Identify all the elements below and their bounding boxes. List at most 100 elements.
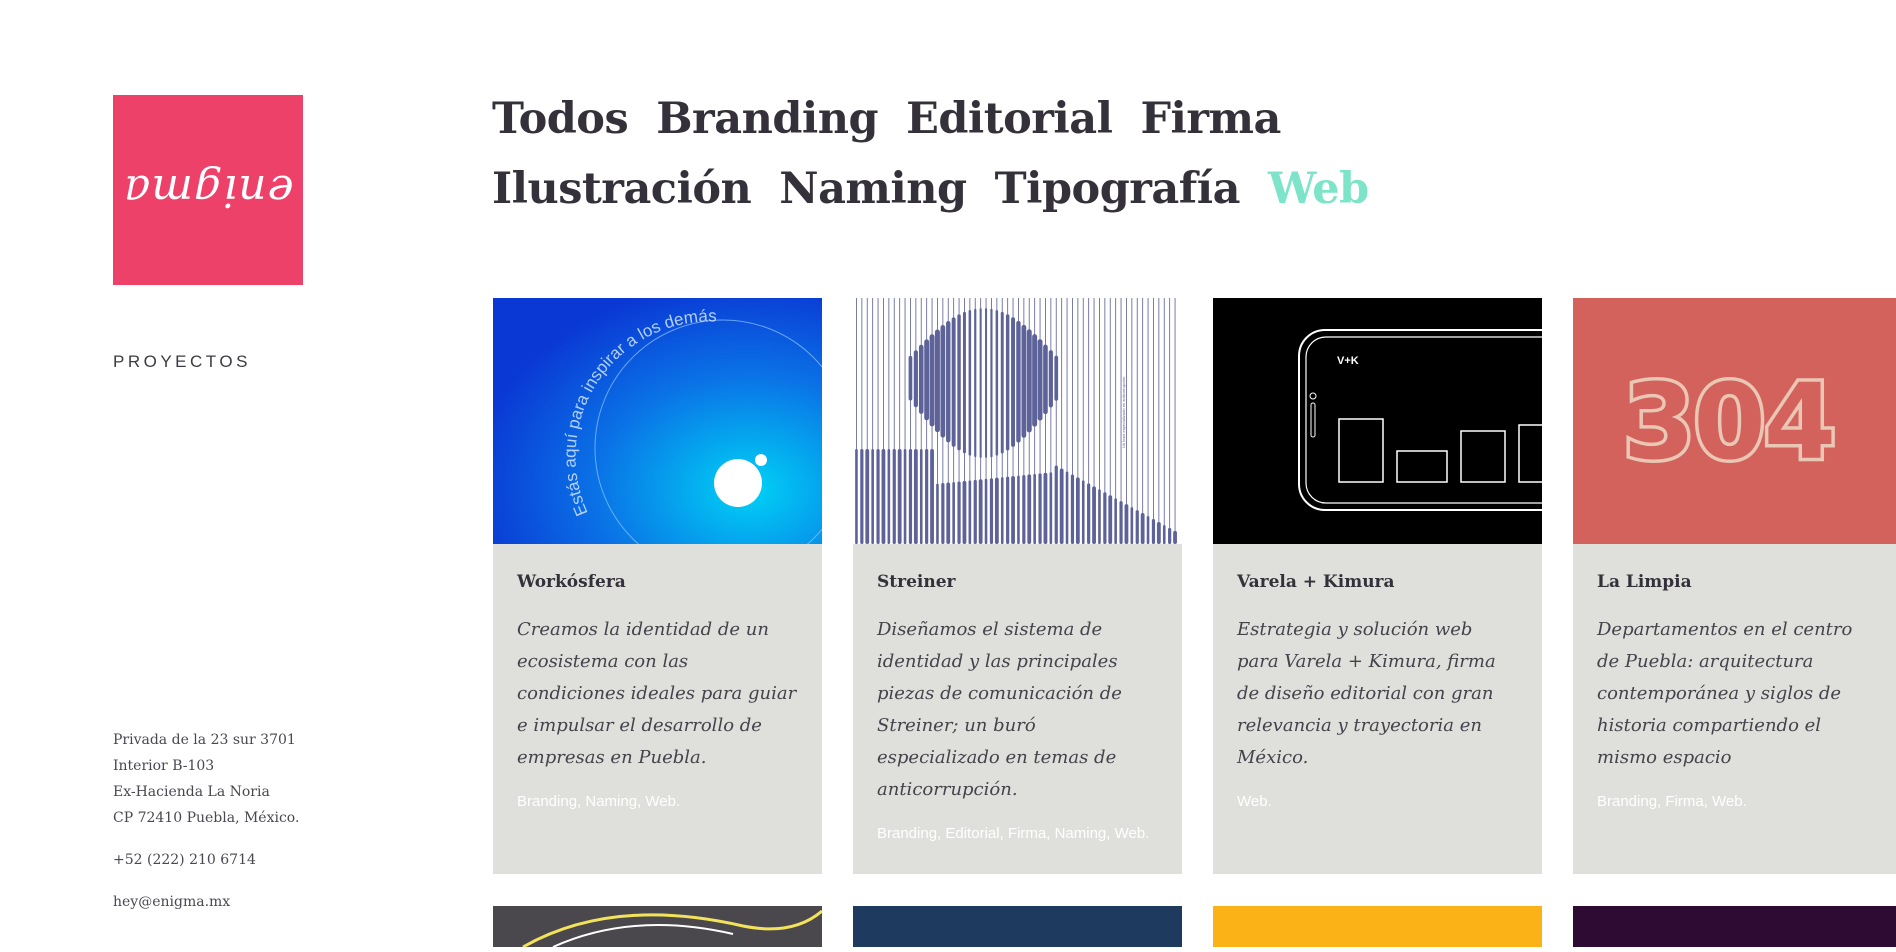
streiner-body-stroke bbox=[1017, 475, 1020, 544]
streiner-body-stroke bbox=[957, 481, 961, 544]
streiner-body-stroke bbox=[973, 479, 977, 544]
project-card-varela-kimura[interactable]: V+K Varela + Kimura Estrategia y solució… bbox=[1213, 298, 1542, 874]
streiner-body-stroke bbox=[936, 483, 939, 544]
streiner-body-stroke bbox=[1049, 472, 1053, 544]
project-tags[interactable]: Branding, Naming, Web. bbox=[517, 793, 680, 810]
project-description: Creamos la identidad de un ecosistema co… bbox=[517, 619, 797, 768]
streiner-head-stroke bbox=[1005, 314, 1010, 451]
streiner-body-stroke bbox=[919, 449, 923, 544]
project-card-workosfera[interactable]: Estás aquí para inspirar a los demás Wor… bbox=[493, 298, 822, 874]
streiner-body-stroke bbox=[1000, 477, 1004, 544]
filter-todos[interactable]: Todos bbox=[492, 84, 629, 154]
project-card-next-1[interactable] bbox=[493, 906, 823, 949]
streiner-line bbox=[1153, 298, 1154, 544]
streiner-body-stroke bbox=[952, 481, 955, 544]
project-card-streiner[interactable]: Un buró especializado en anticorrupción … bbox=[853, 298, 1182, 874]
project-image-streiner: Un buró especializado en anticorrupción bbox=[853, 298, 1182, 544]
streiner-body-stroke bbox=[1070, 474, 1075, 544]
filter-web[interactable]: Web bbox=[1268, 154, 1369, 224]
filter-firma[interactable]: Firma bbox=[1140, 84, 1281, 154]
streiner-line bbox=[1142, 298, 1144, 544]
address-line-3: Ex-Hacienda La Noria bbox=[113, 784, 270, 800]
streiner-head-stroke bbox=[924, 339, 930, 421]
streiner-body-stroke bbox=[897, 449, 902, 544]
filter-branding[interactable]: Branding bbox=[656, 84, 878, 154]
streiner-body-stroke bbox=[1119, 501, 1123, 544]
project-card-la-limpia[interactable]: 304 304 La Limpia Departamentos en el ce… bbox=[1573, 298, 1896, 874]
address-line-2: Interior B-103 bbox=[113, 758, 215, 774]
streiner-line bbox=[1163, 298, 1165, 544]
streiner-body-stroke bbox=[855, 449, 858, 544]
streiner-body-stroke bbox=[1065, 471, 1069, 544]
project-card-next-4[interactable] bbox=[1573, 906, 1896, 947]
streiner-body-stroke bbox=[1130, 507, 1134, 544]
project-tags[interactable]: Branding, Editorial, Firma, Naming, Web. bbox=[877, 825, 1149, 842]
streiner-head-stroke bbox=[1000, 311, 1004, 454]
streiner-body-stroke bbox=[903, 449, 907, 544]
streiner-body-stroke bbox=[908, 449, 913, 544]
streiner-head-stroke bbox=[940, 325, 946, 438]
filter-editorial[interactable]: Editorial bbox=[906, 84, 1113, 154]
streiner-body-stroke bbox=[1162, 524, 1166, 544]
streiner-body-stroke bbox=[925, 449, 929, 544]
streiner-body-stroke bbox=[1135, 510, 1139, 544]
project-title[interactable]: Workósfera bbox=[517, 572, 798, 592]
phone-link[interactable]: +52 (222) 210 6714 bbox=[113, 847, 299, 873]
streiner-body-stroke bbox=[994, 477, 999, 544]
address-line-4: CP 72410 Puebla, México. bbox=[113, 810, 300, 826]
project-title[interactable]: Streiner bbox=[877, 572, 1158, 592]
project-description: Estrategia y solución web para Varela + … bbox=[1237, 619, 1496, 768]
streiner-head-stroke bbox=[946, 320, 951, 443]
streiner-body-stroke bbox=[946, 482, 951, 544]
streiner-head-stroke bbox=[962, 311, 966, 454]
streiner-head-stroke bbox=[995, 309, 999, 456]
project-image-workosfera: Estás aquí para inspirar a los demás bbox=[493, 298, 822, 544]
streiner-line bbox=[1169, 298, 1171, 544]
project-title[interactable]: Varela + Kimura bbox=[1237, 572, 1518, 592]
streiner-body-stroke bbox=[1156, 521, 1161, 544]
project-tags[interactable]: Web. bbox=[1237, 793, 1272, 810]
streiner-body-stroke bbox=[1087, 483, 1091, 544]
project-description: Diseñamos el sistema de identidad y las … bbox=[877, 619, 1122, 800]
streiner-body-stroke bbox=[1114, 498, 1117, 544]
streiner-body-stroke bbox=[989, 478, 994, 544]
streiner-body-stroke bbox=[876, 449, 880, 544]
streiner-head-stroke bbox=[968, 310, 972, 456]
project-title[interactable]: La Limpia bbox=[1597, 572, 1878, 592]
streiner-head-stroke bbox=[1026, 329, 1032, 433]
streiner-head-stroke bbox=[985, 308, 988, 458]
streiner-line bbox=[1158, 298, 1160, 544]
streiner-body-stroke bbox=[1006, 476, 1010, 544]
streiner-body-stroke bbox=[881, 449, 886, 544]
filter-tipografia[interactable]: Tipografía bbox=[995, 154, 1241, 224]
nav-projects-link[interactable]: PROYECTOS bbox=[113, 352, 251, 372]
streiner-head-stroke bbox=[974, 308, 977, 458]
contact-block: Privada de la 23 sur 3701 Interior B-103… bbox=[113, 727, 299, 915]
streiner-body-stroke bbox=[887, 449, 891, 544]
streiner-body-stroke bbox=[930, 449, 934, 544]
streiner-body-stroke bbox=[962, 480, 967, 544]
project-description: Departamentos en el centro de Puebla: ar… bbox=[1597, 619, 1853, 768]
streiner-head-stroke bbox=[934, 329, 940, 433]
streiner-line bbox=[1131, 298, 1133, 544]
filter-ilustracion[interactable]: Ilustración bbox=[492, 154, 752, 224]
streiner-body-stroke bbox=[1146, 516, 1150, 544]
project-card-next-3[interactable] bbox=[1213, 906, 1542, 947]
project-tags[interactable]: Branding, Firma, Web. bbox=[1597, 793, 1747, 810]
streiner-body-stroke bbox=[1098, 489, 1101, 544]
filter-naming[interactable]: Naming bbox=[779, 154, 967, 224]
project-image-la-limpia: 304 304 bbox=[1573, 298, 1896, 544]
streiner-body-stroke bbox=[860, 449, 864, 544]
streiner-body-stroke bbox=[1103, 492, 1107, 544]
streiner-head-stroke bbox=[1021, 324, 1027, 438]
email-link[interactable]: hey@enigma.mx bbox=[113, 889, 299, 915]
streiner-body-stroke bbox=[865, 449, 870, 544]
logo-text: enigma bbox=[122, 164, 294, 216]
streiner-head-stroke bbox=[908, 355, 913, 401]
project-card-next-2[interactable] bbox=[853, 906, 1182, 947]
streiner-body-stroke bbox=[913, 449, 918, 544]
streiner-head-stroke bbox=[1032, 334, 1038, 427]
streiner-head-stroke bbox=[1048, 350, 1053, 408]
enigma-logo[interactable]: enigma bbox=[113, 95, 303, 285]
streiner-body-stroke bbox=[1151, 519, 1156, 544]
